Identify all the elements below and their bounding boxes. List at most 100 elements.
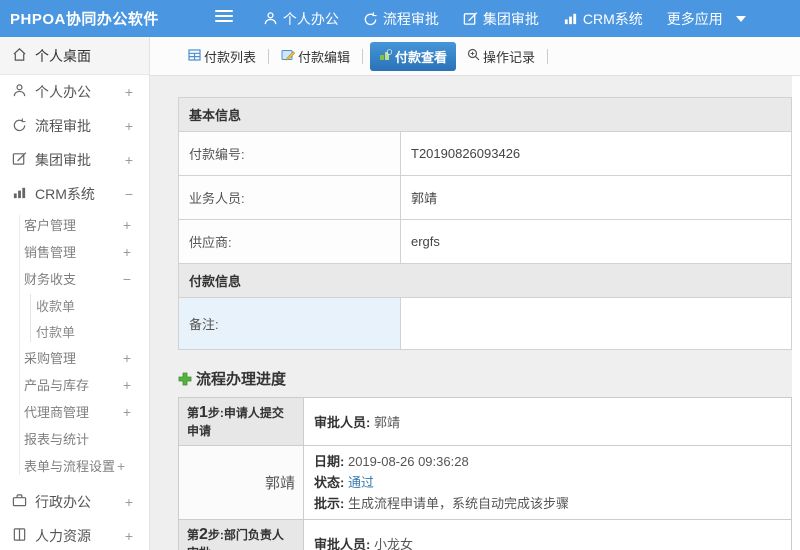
tab-label: 付款列表 <box>204 49 257 65</box>
nav-item-personal-office[interactable]: 个人办公 <box>263 9 339 29</box>
sidebar-subitem-purchase-mgmt[interactable]: 采购管理 + <box>0 344 149 371</box>
expand-plus-icon[interactable]: + <box>125 528 133 544</box>
sidebar-subitem-reports-stats[interactable]: 报表与统计 <box>0 425 149 452</box>
sidebar-subitem-label: 代理商管理 <box>24 405 90 420</box>
tab-bar: 付款列表 付款编辑 付款查看 操作记录 <box>150 37 800 76</box>
status-value: 通过 <box>347 475 374 490</box>
payment-no-value: T20190826093426 <box>400 131 792 176</box>
bar-chart-icon <box>12 185 27 203</box>
tab-payment-view[interactable]: 付款查看 <box>370 41 457 71</box>
approver-name: 郭靖 <box>373 415 400 430</box>
sidebar-item-admin-office[interactable]: 行政办公 + <box>0 485 149 519</box>
table-row: 第1步:申请人提交申请 审批人员: 郭靖 <box>178 397 792 446</box>
tab-label: 付款编辑 <box>298 49 351 65</box>
tab-separator <box>268 48 270 64</box>
step-1-label: 第1步:申请人提交申请 <box>178 397 304 446</box>
user-icon <box>12 83 27 101</box>
note-label: 备注: <box>178 297 401 350</box>
sidebar-subitem-receipt-order[interactable]: 收款单 <box>0 292 149 318</box>
sidebar-item-label: 个人桌面 <box>35 47 91 64</box>
expand-plus-icon[interactable]: + <box>125 84 133 100</box>
expand-plus-icon[interactable]: + <box>125 152 133 168</box>
step-1-detail: 日期: 2019-08-26 09:36:28 状态: 通过 批示: 生成流程申… <box>303 445 792 520</box>
step-1-approver-name-cell: 郭靖 <box>178 445 304 520</box>
flow-progress-table: 第1步:申请人提交申请 审批人员: 郭靖 郭靖 日期: 2019-08-26 0… <box>178 397 792 550</box>
tab-separator <box>362 48 364 64</box>
caret-down-icon <box>735 15 746 22</box>
expand-plus-icon[interactable]: + <box>125 118 133 134</box>
sidebar-subitem-label: 收款单 <box>36 298 76 314</box>
collapse-minus-icon[interactable]: − <box>125 186 133 202</box>
sidebar-subitem-label: 表单与流程设置 <box>24 459 116 474</box>
table-row: 郭靖 日期: 2019-08-26 09:36:28 状态: 通过 批示: 生成… <box>178 445 792 520</box>
sidebar-item-process-approval[interactable]: 流程审批 + <box>0 109 149 143</box>
approver-label: 审批人员: <box>314 415 371 430</box>
nav-item-crm[interactable]: CRM系统 <box>563 9 643 29</box>
tab-payment-list[interactable]: 付款列表 <box>183 43 261 70</box>
supplier-value: ergfs <box>400 219 792 264</box>
sidebar-subitem-payment-order[interactable]: 付款单 <box>0 318 149 344</box>
sidebar-subitem-form-flow-settings[interactable]: 表单与流程设置 + <box>0 452 149 479</box>
nav-item-label: 更多应用 <box>666 10 723 27</box>
sidebar-subitem-sales-mgmt[interactable]: 销售管理 + <box>0 238 149 265</box>
table-icon <box>188 48 201 64</box>
sidebar-subitem-finance[interactable]: 财务收支 − <box>0 265 149 292</box>
navbar-menu: 个人办公 流程审批 集团审批 CRM系统 更多应用 <box>263 9 770 29</box>
sidebar-subitem-agent-mgmt[interactable]: 代理商管理 + <box>0 398 149 425</box>
expand-plus-icon[interactable]: + <box>123 244 131 260</box>
right-gutter <box>792 76 800 550</box>
edit-doc-icon <box>281 49 296 64</box>
approver-name: 小龙女 <box>373 537 413 550</box>
edit-icon <box>463 11 478 26</box>
collapse-minus-icon[interactable]: − <box>123 271 131 287</box>
sidebar-item-label: 行政办公 <box>35 494 91 510</box>
process-icon <box>363 11 378 26</box>
sidebar-subitem-label: 付款单 <box>36 324 76 340</box>
expand-plus-icon[interactable]: + <box>123 217 131 233</box>
sidebar-subitem-label: 报表与统计 <box>24 432 90 447</box>
tab-payment-edit[interactable]: 付款编辑 <box>276 43 355 70</box>
comment-value: 生成流程申请单，系统自动完成该步骤 <box>347 496 569 511</box>
tab-label: 付款查看 <box>395 49 448 65</box>
sidebar-subitem-customer-mgmt[interactable]: 客户管理 + <box>0 211 149 238</box>
nav-item-group-approval[interactable]: 集团审批 <box>463 9 539 29</box>
detail-date-line: 日期: 2019-08-26 09:36:28 <box>314 454 469 469</box>
sidebar-item-label: 集团审批 <box>35 152 91 168</box>
step-1-approver: 审批人员: 郭靖 <box>303 397 792 446</box>
expand-plus-icon[interactable]: + <box>123 350 131 366</box>
sidebar-subitem-label: 销售管理 <box>24 245 77 260</box>
tab-separator <box>547 48 549 64</box>
sidebar-item-group-approval[interactable]: 集团审批 + <box>0 143 149 177</box>
sidebar-item-label: 流程审批 <box>35 118 91 134</box>
bar-chart-icon <box>563 11 578 26</box>
sidebar-item-personal-desktop[interactable]: 个人桌面 <box>0 37 149 75</box>
sidebar-subitem-label: 采购管理 <box>24 351 77 366</box>
nav-item-process-approval[interactable]: 流程审批 <box>363 9 439 29</box>
payment-no-label: 付款编号: <box>178 131 401 176</box>
tab-operation-log[interactable]: 操作记录 <box>462 43 540 70</box>
sidebar-item-personal-office[interactable]: 个人办公 + <box>0 75 149 109</box>
table-row: 备注: <box>178 297 792 350</box>
page-content: 基本信息 付款编号: T20190826093426 业务人员: 郭靖 供应商:… <box>150 76 800 550</box>
business-person-value: 郭靖 <box>400 175 792 220</box>
expand-plus-icon[interactable]: + <box>125 494 133 510</box>
sidebar-item-crm[interactable]: CRM系统 − <box>0 177 149 211</box>
sidebar-subitem-product-inventory[interactable]: 产品与库存 + <box>0 371 149 398</box>
nav-item-label: 集团审批 <box>482 10 539 27</box>
hamburger-button[interactable] <box>214 9 233 28</box>
expand-plus-icon[interactable]: + <box>123 404 131 420</box>
book-icon <box>12 527 27 545</box>
table-row: 业务人员: 郭靖 <box>178 175 792 220</box>
table-row: 第2步:部门负责人审批 审批人员: 小龙女 <box>178 519 792 550</box>
expand-plus-icon[interactable]: + <box>123 377 131 393</box>
expand-plus-icon[interactable]: + <box>117 458 125 474</box>
hamburger-icon <box>214 9 233 28</box>
nav-item-more-apps[interactable]: 更多应用 <box>667 9 746 29</box>
step-2-approver: 审批人员: 小龙女 <box>303 519 792 550</box>
top-navbar: PHPOA协同办公软件 个人办公 流程审批 集团审批 CRM系统 更多应用 <box>0 0 800 37</box>
payment-detail-table: 基本信息 付款编号: T20190826093426 业务人员: 郭靖 供应商:… <box>178 97 792 350</box>
sidebar-item-hr[interactable]: 人力资源 + <box>0 519 149 550</box>
sidebar: 个人桌面 个人办公 + 流程审批 + 集团审批 + CRM系统 − 客户管理 +… <box>0 37 150 550</box>
finance-submenu: 收款单 付款单 <box>0 292 149 344</box>
supplier-label: 供应商: <box>178 219 401 264</box>
